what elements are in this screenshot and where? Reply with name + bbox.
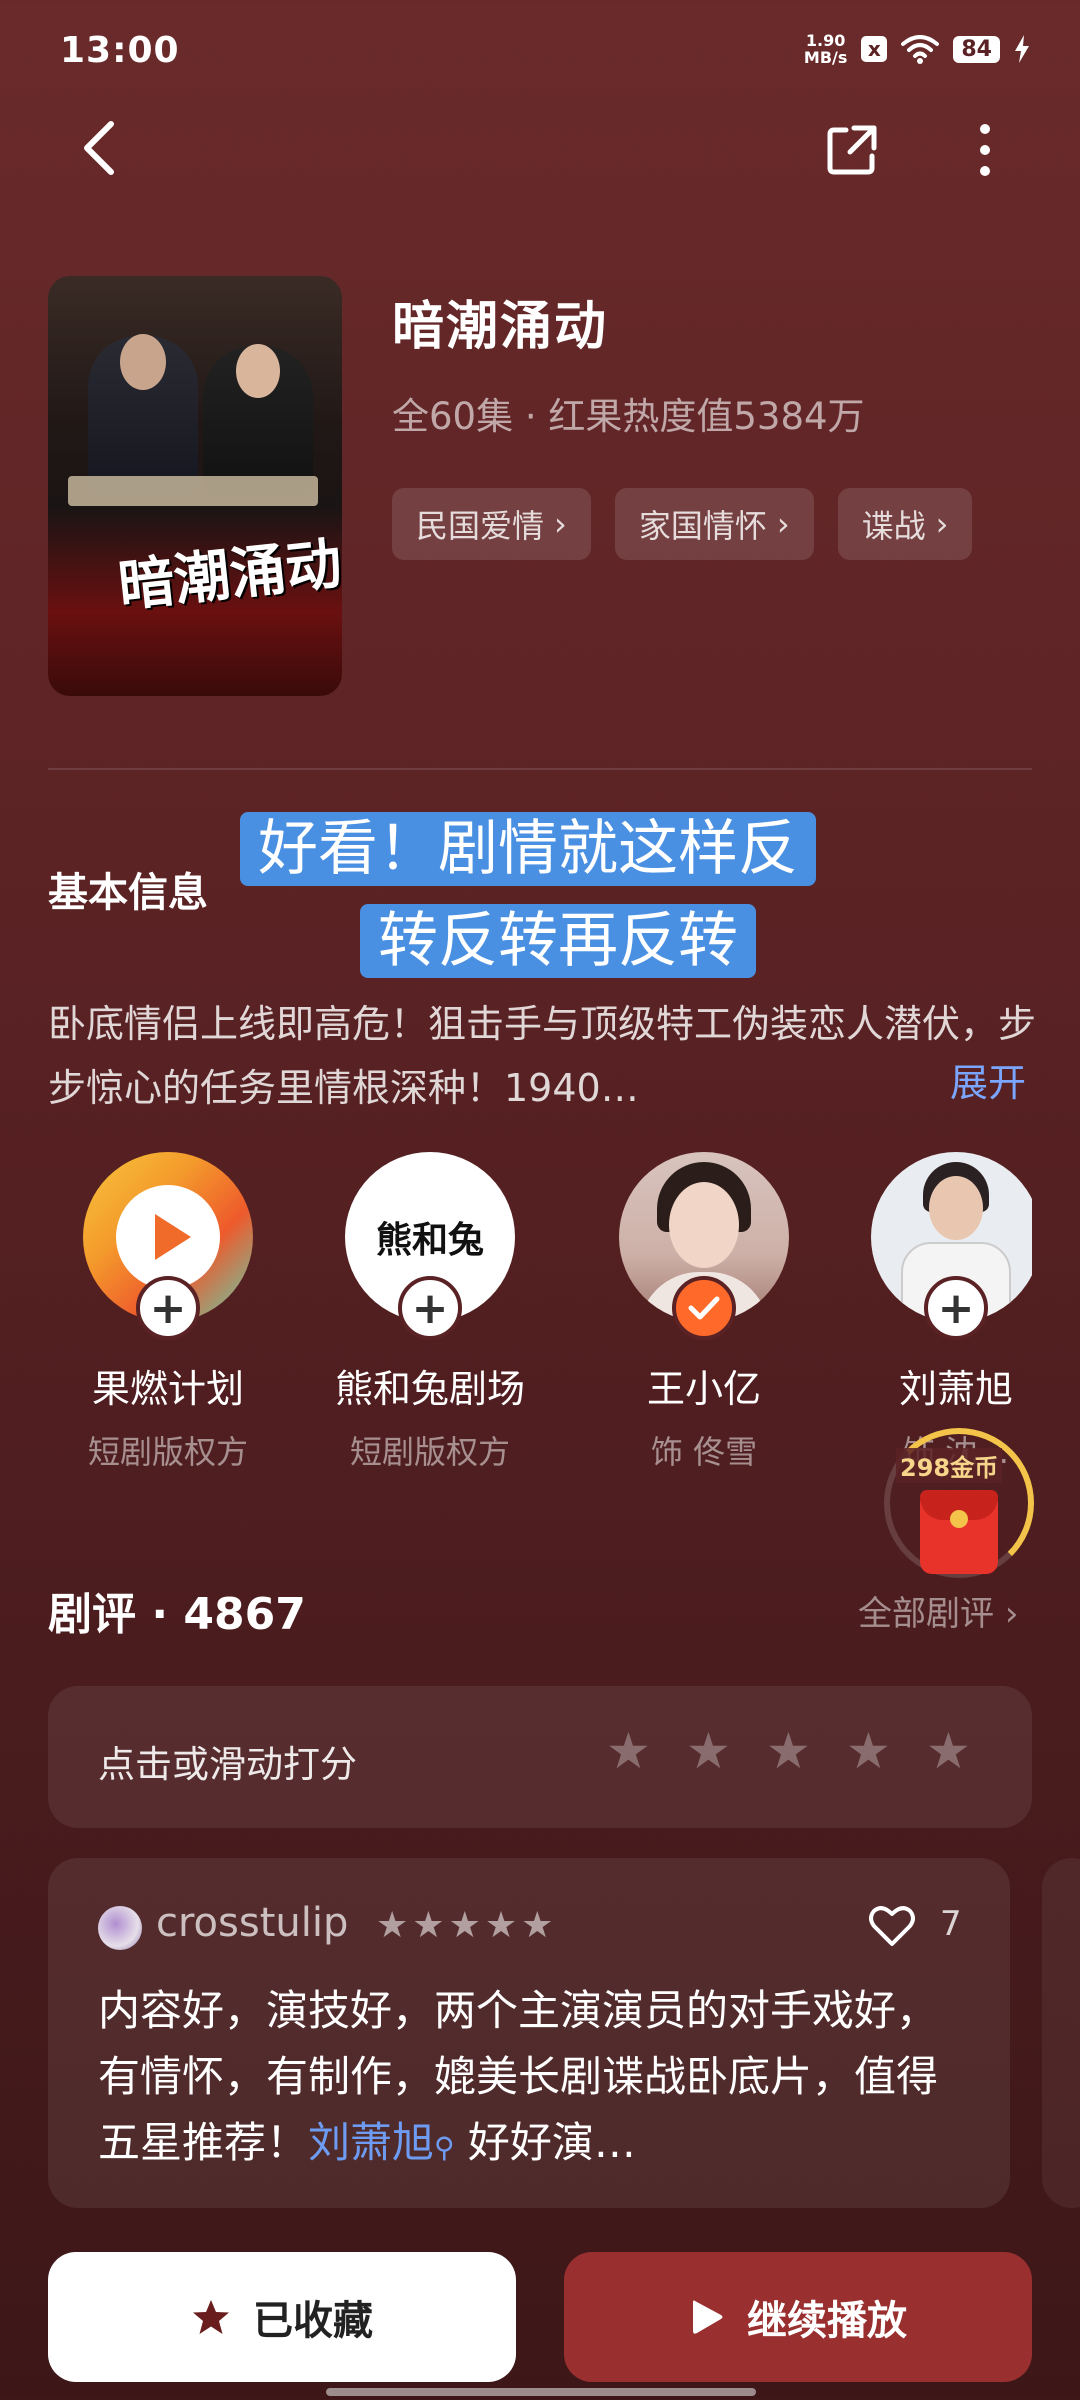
creator-item[interactable]: + 果燃计划 短剧版权方 [48, 1152, 288, 1473]
star-icon: ★ [484, 1905, 518, 1946]
poster-face-female [236, 344, 280, 398]
collect-label: 已收藏 [253, 2298, 373, 2344]
review-text-tail: 好好演… [454, 2118, 636, 2167]
more-options-button[interactable] [955, 118, 1015, 182]
wifi-icon [901, 35, 940, 64]
creator-avatar[interactable]: 熊和兔 + [345, 1152, 515, 1340]
creator-role: 短剧版权方 [87, 1433, 248, 1471]
status-time: 13:00 [60, 30, 180, 71]
creator-item[interactable]: + 刘萧旭 饰 沈… [836, 1152, 1032, 1473]
star-icon: ★ [376, 1905, 409, 1946]
creator-item[interactable]: 王小亿 饰 佟雪 [584, 1152, 824, 1473]
divider [48, 768, 1032, 770]
share-button[interactable] [820, 118, 884, 182]
expand-link[interactable]: 展开 [950, 1052, 1026, 1107]
creator-avatar[interactable]: + [871, 1152, 1032, 1340]
coin-reward-widget[interactable]: 298金币 [884, 1428, 1034, 1578]
follow-button[interactable]: + [398, 1276, 462, 1340]
followed-check-button[interactable] [672, 1276, 736, 1340]
tag-label: 民国爱情 [416, 507, 545, 545]
star-icon[interactable]: ★ [606, 1726, 656, 1776]
chevron-left-icon [84, 121, 114, 175]
show-title: 暗潮涌动 [392, 297, 609, 357]
overlay-caption-line2: 转反转再反转 [360, 904, 756, 978]
show-meta: 全60集 · 红果热度值5384万 [392, 395, 865, 438]
tag-item[interactable]: 家国情怀 › [614, 488, 814, 560]
play-icon [693, 2300, 723, 2334]
tag-label: 谍战 [861, 507, 926, 545]
mention-label: 刘萧旭 [308, 2118, 435, 2167]
search-icon: ⚲ [434, 2131, 455, 2164]
creator-role: 短剧版权方 [349, 1433, 510, 1471]
charging-icon [1015, 35, 1029, 63]
heart-icon [869, 1906, 915, 1946]
red-envelope-icon [920, 1490, 998, 1574]
collect-button[interactable]: 已收藏 [48, 2252, 516, 2382]
chevron-right-icon: › [554, 505, 567, 543]
check-icon [688, 1296, 720, 1320]
net-speed-unit: MB/s [803, 48, 848, 67]
creator-name: 果燃计划 [91, 1367, 244, 1411]
chevron-right-icon: › [776, 505, 790, 543]
star-icon[interactable]: ★ [926, 1726, 976, 1776]
network-speed: 1.90 MB/s [804, 32, 847, 66]
review-text[interactable]: 内容好，演技好，两个主演演员的对手戏好，有情怀，有制作，媲美长剧谍战卧底片，值得… [98, 1978, 978, 2181]
bear-rabbit-logo-icon: 熊和兔 [375, 1220, 484, 1261]
star-icon: ★ [521, 1905, 554, 1946]
creator-name: 刘萧旭 [898, 1367, 1013, 1411]
tag-label: 家国情怀 [638, 507, 767, 545]
all-reviews-label: 全部剧评 [858, 1594, 994, 1634]
reviewer-avatar[interactable] [98, 1906, 142, 1950]
more-vertical-icon [980, 124, 990, 176]
poster-face-male [120, 334, 166, 390]
rating-prompt: 点击或滑动打分 [98, 1743, 357, 1786]
notification-x-icon: x [861, 36, 888, 62]
show-poster[interactable]: 暗潮涌动 [48, 276, 342, 696]
like-button[interactable] [868, 1904, 916, 1948]
follow-button[interactable]: + [924, 1276, 988, 1340]
tag-item[interactable]: 谍战 › [837, 488, 973, 560]
reviewer-name[interactable]: crosstulip [156, 1900, 348, 1946]
mention-link[interactable]: 刘萧旭⚲ [308, 2118, 455, 2167]
star-icon[interactable]: ★ [766, 1726, 816, 1776]
tag-item[interactable]: 民国爱情 › [392, 488, 591, 560]
chevron-right-icon: › [1004, 1594, 1019, 1634]
coin-reward-label: 298金币 [896, 1448, 1003, 1483]
poster-table [68, 476, 318, 506]
creator-avatar[interactable]: + [83, 1152, 253, 1340]
continue-play-button[interactable]: 继续播放 [564, 2252, 1032, 2382]
battery-level: 84 [953, 35, 1000, 63]
net-speed-value: 1.90 [805, 31, 846, 50]
review-card-next[interactable] [1042, 1858, 1080, 2208]
basic-info-label: 基本信息 [48, 870, 208, 916]
follow-button[interactable]: + [136, 1276, 200, 1340]
home-indicator[interactable] [326, 2388, 756, 2396]
review-stars: ★ ★ ★ ★ ★ [376, 1906, 553, 1946]
creator-name: 熊和兔剧场 [334, 1367, 525, 1411]
star-icon[interactable]: ★ [686, 1726, 736, 1776]
star-icon: ★ [448, 1905, 481, 1946]
like-count: 7 [940, 1904, 962, 1944]
rating-stars[interactable]: ★ ★ ★ ★ ★ [606, 1726, 976, 1776]
status-indicators: 1.90 MB/s x 84 [804, 32, 1030, 66]
creator-item[interactable]: 熊和兔 + 熊和兔剧场 短剧版权方 [310, 1152, 550, 1473]
reviews-title: 剧评 · 4867 [48, 1589, 306, 1640]
play-label: 继续播放 [747, 2298, 907, 2344]
tag-list: 民国爱情 › 家国情怀 › 谍战 › [392, 488, 973, 560]
chevron-right-icon: › [935, 505, 949, 543]
share-icon [827, 125, 877, 175]
all-reviews-link[interactable]: 全部剧评 › [858, 1586, 1018, 1635]
overlay-caption-line1: 好看！剧情就这样反 [240, 812, 816, 886]
star-icon: ★ [412, 1905, 445, 1946]
creator-avatar[interactable] [619, 1152, 789, 1340]
back-button[interactable] [68, 118, 128, 178]
creator-name: 王小亿 [646, 1367, 761, 1411]
star-icon[interactable]: ★ [846, 1726, 896, 1776]
synopsis-text: 卧底情侣上线即高危！狙击手与顶级特工伪装恋人潜伏，步步惊心的任务里情根深种！19… [48, 1002, 1037, 1110]
poster-title-art: 暗潮涌动 [115, 530, 342, 620]
star-filled-icon [193, 2300, 229, 2334]
creator-role: 饰 佟雪 [650, 1433, 758, 1471]
